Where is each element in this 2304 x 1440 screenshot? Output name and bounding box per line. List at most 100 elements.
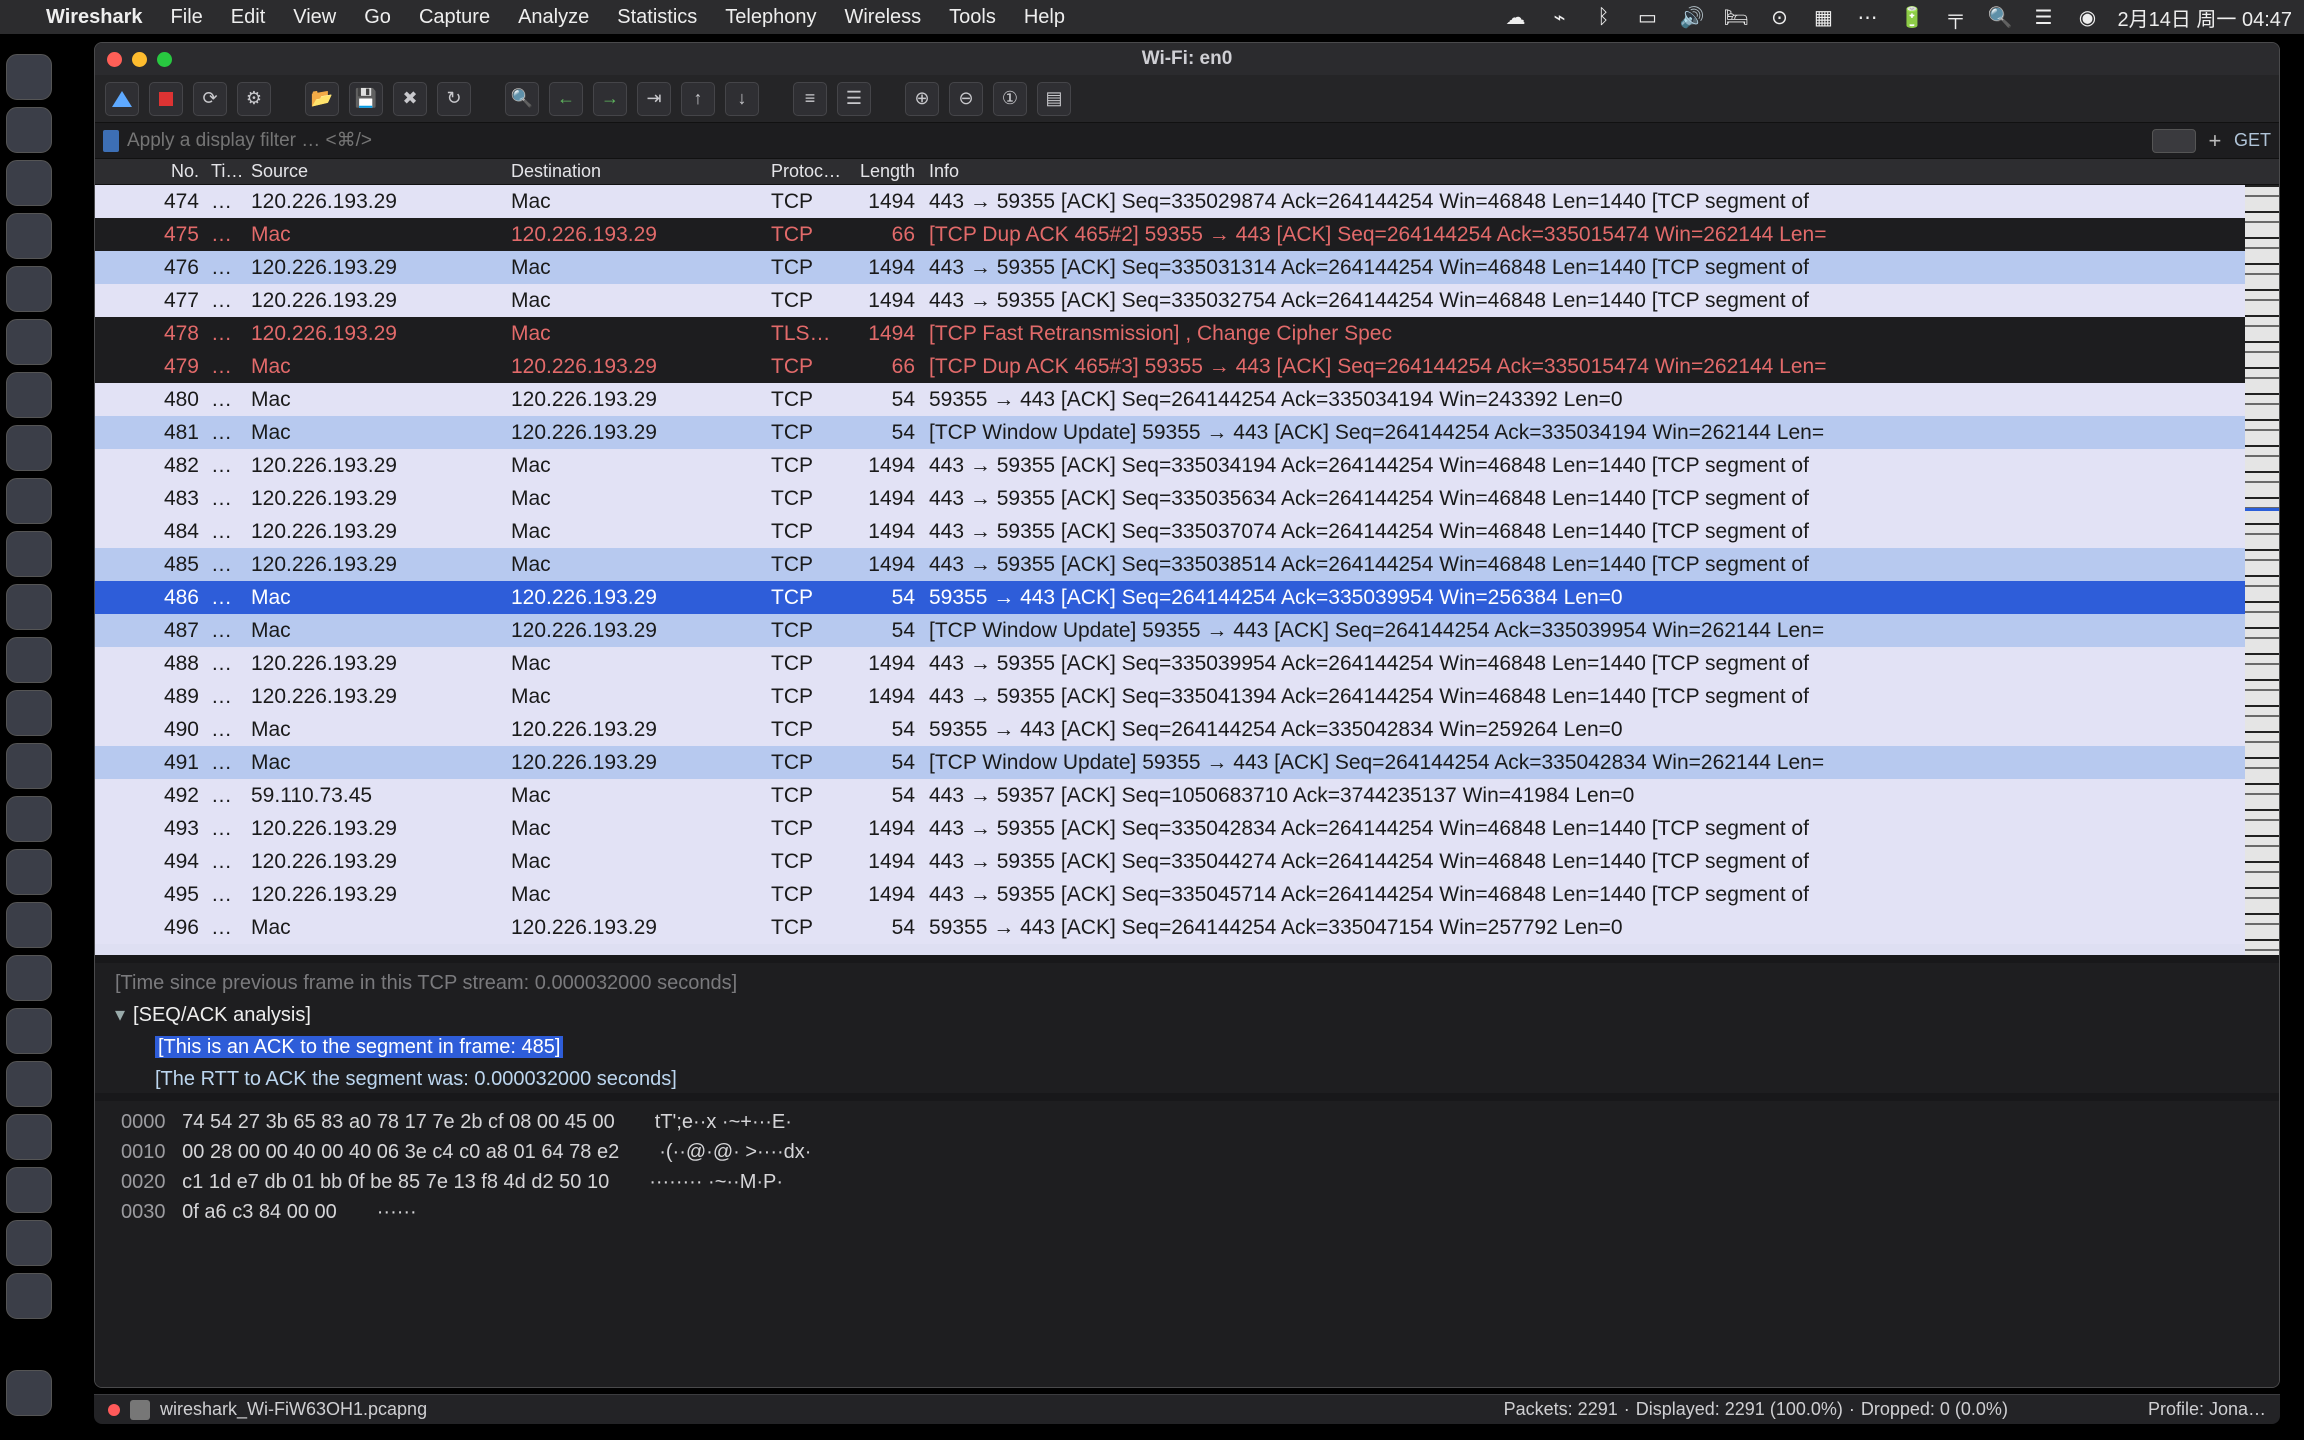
packet-row[interactable]: 490…Mac120.226.193.29TCP5459355 → 443 [A…	[95, 713, 2279, 746]
packet-row[interactable]: 485…120.226.193.29MacTCP1494443 → 59355 …	[95, 548, 2279, 581]
go-forward-icon[interactable]: →	[593, 82, 627, 116]
spotlight-icon[interactable]: 🔍	[1987, 5, 2011, 30]
bluetooth-icon[interactable]: ᛒ	[1591, 6, 1615, 29]
dock-app-22[interactable]	[6, 1220, 52, 1266]
capture-options-icon[interactable]: ⚙	[237, 82, 271, 116]
autoscroll-icon[interactable]: ≡	[793, 82, 827, 116]
menu-analyze[interactable]: Analyze	[518, 6, 589, 29]
dock-app-11[interactable]	[6, 637, 52, 683]
play-icon[interactable]: ⊙	[1767, 5, 1791, 30]
save-file-icon[interactable]: 💾	[349, 82, 383, 116]
packet-row[interactable]: 495…120.226.193.29MacTCP1494443 → 59355 …	[95, 878, 2279, 911]
hex-row[interactable]: 0010 00 28 00 00 40 00 40 06 3e c4 c0 a8…	[121, 1137, 2253, 1167]
detail-seqack-head[interactable]: [SEQ/ACK analysis]	[133, 1004, 311, 1026]
dock-app-10[interactable]	[6, 584, 52, 630]
close-file-icon[interactable]: ✖	[393, 82, 427, 116]
restart-capture-icon[interactable]: ⟳	[193, 82, 227, 116]
filter-get-label[interactable]: GET	[2234, 130, 2271, 151]
dock-app-0[interactable]	[6, 54, 52, 100]
dock-app-5[interactable]	[6, 319, 52, 365]
wifi-icon[interactable]: ╤	[1943, 6, 1967, 29]
packet-row[interactable]: 476…120.226.193.29MacTCP1494443 → 59355 …	[95, 251, 2279, 284]
packet-list-header[interactable]: No. Ti… Source Destination Protoc… Lengt…	[95, 159, 2279, 185]
column-info[interactable]: Info	[921, 161, 2279, 182]
open-file-icon[interactable]: 📂	[305, 82, 339, 116]
zoom-out-icon[interactable]: ⊖	[949, 82, 983, 116]
dock-app-17[interactable]	[6, 955, 52, 1001]
reload-file-icon[interactable]: ↻	[437, 82, 471, 116]
packet-minimap[interactable]	[2245, 185, 2279, 955]
column-protocol[interactable]: Protoc…	[765, 161, 845, 182]
hex-row[interactable]: 0020 c1 1d e7 db 01 bb 0f be 85 7e 13 f8…	[121, 1167, 2253, 1197]
control-icon[interactable]: ⌁	[1547, 5, 1571, 30]
column-source[interactable]: Source	[245, 161, 505, 182]
packet-list-body[interactable]: 474…120.226.193.29MacTCP1494443 → 59355 …	[95, 185, 2279, 955]
dock-app-6[interactable]	[6, 372, 52, 418]
column-no[interactable]: No.	[95, 161, 205, 182]
goto-last-icon[interactable]: ↓	[725, 82, 759, 116]
status-profile[interactable]: Profile: Jona…	[2148, 1399, 2266, 1420]
dock-app-19[interactable]	[6, 1061, 52, 1107]
add-filter-button[interactable]: +	[2204, 128, 2226, 154]
grid-icon[interactable]: ▦	[1811, 5, 1835, 30]
go-back-icon[interactable]: ←	[549, 82, 583, 116]
start-capture-icon[interactable]	[105, 82, 139, 116]
bookmark-filter-icon[interactable]	[103, 130, 119, 152]
dock-app-12[interactable]	[6, 690, 52, 736]
column-destination[interactable]: Destination	[505, 161, 765, 182]
dock-app-13[interactable]	[6, 743, 52, 789]
packet-row[interactable]: 477…120.226.193.29MacTCP1494443 → 59355 …	[95, 284, 2279, 317]
menu-telephony[interactable]: Telephony	[725, 6, 816, 29]
packet-row[interactable]: 484…120.226.193.29MacTCP1494443 → 59355 …	[95, 515, 2279, 548]
menu-view[interactable]: View	[293, 6, 336, 29]
expert-info-icon[interactable]	[108, 1404, 120, 1416]
battery-icon[interactable]: 🔋	[1899, 5, 1923, 30]
goto-first-icon[interactable]: ↑	[681, 82, 715, 116]
packet-row[interactable]: 475…Mac120.226.193.29TCP66[TCP Dup ACK 4…	[95, 218, 2279, 251]
siri-icon[interactable]: ◉	[2075, 5, 2099, 30]
hex-row[interactable]: 0030 0f a6 c3 84 00 00······	[121, 1197, 2253, 1227]
goto-packet-icon[interactable]: ⇥	[637, 82, 671, 116]
menu-edit[interactable]: Edit	[231, 6, 265, 29]
packet-row[interactable]: 496…Mac120.226.193.29TCP5459355 → 443 [A…	[95, 911, 2279, 944]
menu-tools[interactable]: Tools	[949, 6, 996, 29]
dock-app-14[interactable]	[6, 796, 52, 842]
control-center-icon[interactable]: ☰	[2031, 5, 2055, 30]
packet-details-pane[interactable]: [Time since previous frame in this TCP s…	[95, 963, 2279, 1093]
dock-app-7[interactable]	[6, 425, 52, 471]
expand-toggle-icon[interactable]	[115, 1004, 133, 1026]
zoom-in-icon[interactable]: ⊕	[905, 82, 939, 116]
detail-ack-frame[interactable]: [This is an ACK to the segment in frame:…	[155, 1036, 563, 1058]
menu-go[interactable]: Go	[364, 6, 391, 29]
dock-app-4[interactable]	[6, 266, 52, 312]
filter-history-button[interactable]	[2152, 129, 2196, 153]
packet-row[interactable]: 486…Mac120.226.193.29TCP5459355 → 443 [A…	[95, 581, 2279, 614]
hex-row[interactable]: 0000 74 54 27 3b 65 83 a0 78 17 7e 2b cf…	[121, 1107, 2253, 1137]
packet-row[interactable]: 489…120.226.193.29MacTCP1494443 → 59355 …	[95, 680, 2279, 713]
find-packet-icon[interactable]: 🔍	[505, 82, 539, 116]
menu-extra-icon[interactable]: ⋯	[1855, 5, 1879, 30]
dock-app-9[interactable]	[6, 531, 52, 577]
zoom-reset-icon[interactable]: ①	[993, 82, 1027, 116]
pane-splitter-top[interactable]	[95, 955, 2279, 963]
dock-app-24[interactable]	[6, 1370, 52, 1416]
display-icon[interactable]: ▭	[1635, 5, 1659, 30]
dock-app-16[interactable]	[6, 902, 52, 948]
dock-app-8[interactable]	[6, 478, 52, 524]
dock-app-3[interactable]	[6, 213, 52, 259]
menu-capture[interactable]: Capture	[419, 6, 490, 29]
packet-row[interactable]: 479…Mac120.226.193.29TCP66[TCP Dup ACK 4…	[95, 350, 2279, 383]
packet-row[interactable]: 474…120.226.193.29MacTCP1494443 → 59355 …	[95, 185, 2279, 218]
dock-app-23[interactable]	[6, 1273, 52, 1319]
bed-icon[interactable]: 🛏	[1723, 5, 1747, 30]
app-name[interactable]: Wireshark	[46, 6, 143, 29]
status-filename[interactable]: wireshark_Wi-FiW63OH1.pcapng	[160, 1399, 427, 1420]
dock-app-20[interactable]	[6, 1114, 52, 1160]
menu-help[interactable]: Help	[1024, 6, 1065, 29]
volume-icon[interactable]: 🔊	[1679, 5, 1703, 30]
column-length[interactable]: Length	[845, 161, 921, 182]
packet-row[interactable]: 483…120.226.193.29MacTCP1494443 → 59355 …	[95, 482, 2279, 515]
detail-rtt[interactable]: [The RTT to ACK the segment was: 0.00003…	[115, 1063, 2259, 1093]
cloud-icon[interactable]: ☁	[1503, 5, 1527, 30]
column-time[interactable]: Ti…	[205, 161, 245, 182]
